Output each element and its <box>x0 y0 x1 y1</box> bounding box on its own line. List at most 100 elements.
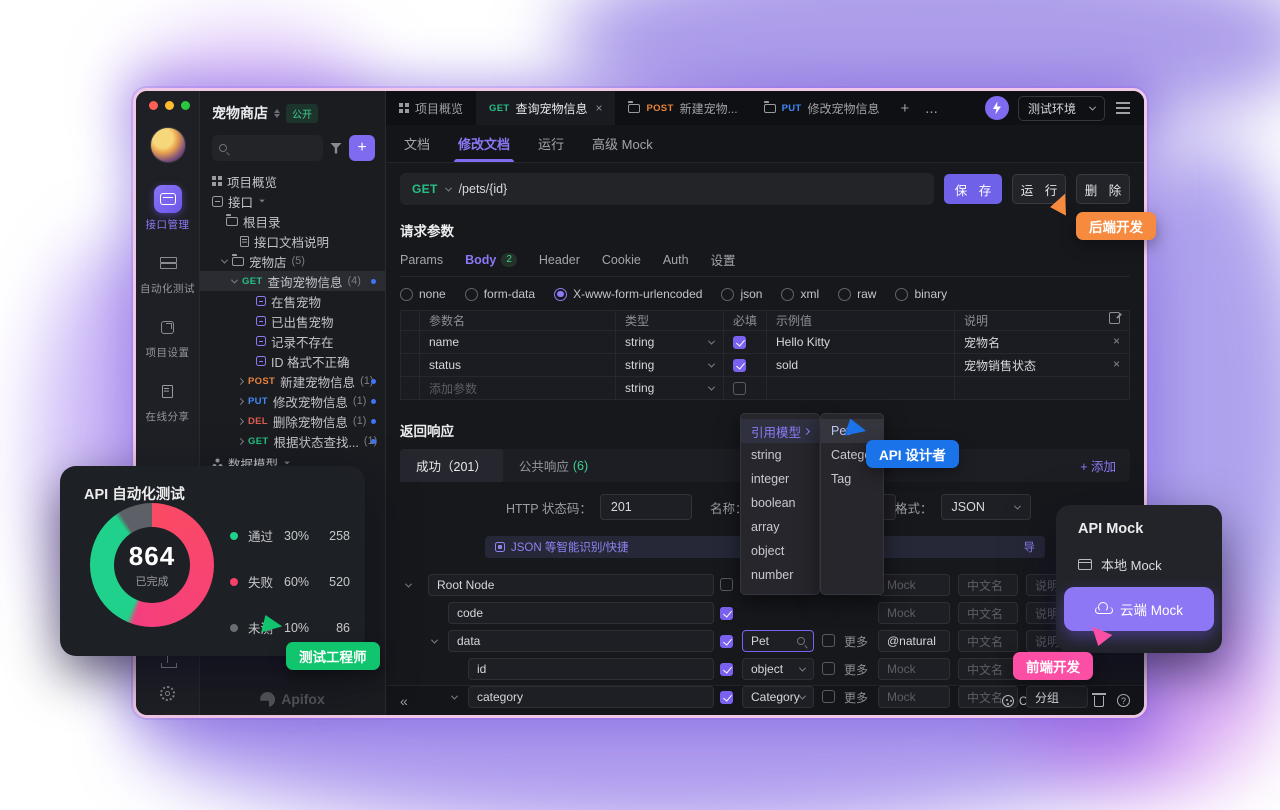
remove-row-icon[interactable]: × <box>1113 334 1120 348</box>
tree-item-del-delete-pet[interactable]: DEL 删除宠物信息(1) <box>200 411 385 431</box>
cn-name-input[interactable]: 中文名 <box>958 574 1018 596</box>
tree-item-put-update-pet[interactable]: PUT 修改宠物信息(1) <box>200 391 385 411</box>
add-param-placeholder[interactable]: 添加参数 <box>420 377 616 400</box>
tree-item-get-pet-info[interactable]: GET 查询宠物信息(4) <box>200 271 385 291</box>
more-link[interactable]: 更多 <box>844 658 868 680</box>
menu-icon[interactable] <box>1116 107 1130 109</box>
mock-input[interactable]: Mock <box>878 574 950 596</box>
more-link[interactable]: 更多 <box>844 630 868 652</box>
cloud-mock-button[interactable]: 云端 Mock <box>1064 587 1214 631</box>
zoom-window-button[interactable] <box>181 101 190 110</box>
cn-name-input[interactable]: 中文名 <box>958 658 1018 680</box>
type-search-select[interactable]: Pet <box>742 630 814 652</box>
radio-none[interactable]: none <box>400 287 446 301</box>
rail-item-api-management[interactable]: 接口管理 <box>146 185 190 232</box>
menu-item-integer[interactable]: integer <box>741 467 819 491</box>
tree-item-apis[interactable]: 接口 <box>200 191 385 211</box>
minimize-window-button[interactable] <box>165 101 174 110</box>
radio-binary[interactable]: binary <box>895 287 947 301</box>
tree-item-project-overview[interactable]: 项目概览 <box>200 171 385 191</box>
avatar[interactable] <box>150 127 186 163</box>
schema-name-input[interactable]: code <box>448 602 714 624</box>
rail-item-online-share[interactable]: 在线分享 <box>146 377 190 424</box>
tab-params[interactable]: Params <box>400 250 443 269</box>
schema-checkbox[interactable] <box>720 691 733 704</box>
tree-item-post-create-pet[interactable]: POST 新建宠物信息(1) <box>200 371 385 391</box>
extra-checkbox[interactable] <box>822 634 835 647</box>
type-select[interactable]: string <box>616 331 724 354</box>
new-tab-button[interactable]: + <box>893 91 918 125</box>
radio-form-data[interactable]: form-data <box>465 287 535 301</box>
mock-input[interactable]: Mock <box>878 658 950 680</box>
tab-put-update-pet[interactable]: PUT修改宠物信息 <box>751 91 893 125</box>
mock-input[interactable]: @natural <box>878 630 950 652</box>
subtab-run[interactable]: 运行 <box>538 125 564 162</box>
extra-checkbox[interactable] <box>822 690 835 703</box>
project-title[interactable]: 宠物商店 <box>212 103 268 123</box>
menu-item-object[interactable]: object <box>741 539 819 563</box>
mock-input[interactable]: Mock <box>878 602 950 624</box>
required-checkbox[interactable] <box>733 359 746 372</box>
add-response-link[interactable]: + 添加 <box>1066 449 1130 482</box>
schema-name-input[interactable]: data <box>448 630 714 652</box>
required-checkbox[interactable] <box>733 382 746 395</box>
tree-item-case-sold[interactable]: 已出售宠物 <box>200 311 385 331</box>
remove-row-icon[interactable]: × <box>1113 357 1120 371</box>
mock-input[interactable]: Mock <box>878 686 950 708</box>
cn-name-input[interactable]: 中文名 <box>958 630 1018 652</box>
menu-item-number[interactable]: number <box>741 563 819 587</box>
local-mock-item[interactable]: 本地 Mock <box>1078 555 1162 574</box>
tab-cookie[interactable]: Cookie <box>602 250 641 269</box>
menu-item-boolean[interactable]: boolean <box>741 491 819 515</box>
collapse-caret[interactable] <box>431 637 438 644</box>
more-link[interactable]: 更多 <box>844 686 868 708</box>
more-tabs-button[interactable]: ... <box>917 91 946 125</box>
tab-header[interactable]: Header <box>539 250 580 269</box>
extra-checkbox[interactable] <box>822 662 835 675</box>
tab-auth[interactable]: Auth <box>663 250 689 269</box>
type-select[interactable]: string <box>616 377 724 400</box>
radio-raw[interactable]: raw <box>838 287 876 301</box>
schema-checkbox[interactable] <box>720 635 733 648</box>
tab-common-responses[interactable]: 公共响应(6) <box>503 449 604 482</box>
tab-body[interactable]: Body2 <box>465 250 517 269</box>
schema-name-input[interactable]: Root Node <box>428 574 714 596</box>
submenu-item-tag[interactable]: Tag <box>821 467 883 491</box>
rail-item-project-settings[interactable]: 项目设置 <box>146 313 190 360</box>
url-input[interactable]: GET /pets/{id} <box>400 173 934 205</box>
subtab-doc[interactable]: 文档 <box>404 125 430 162</box>
tree-item-api-doc[interactable]: 接口文档说明 <box>200 231 385 251</box>
collapse-caret[interactable] <box>405 581 412 588</box>
collapse-caret[interactable] <box>451 693 458 700</box>
switch-project-icon[interactable] <box>274 109 280 118</box>
tree-item-petstore-folder[interactable]: 宠物店(5) <box>200 251 385 271</box>
rail-item-automated-testing[interactable]: 自动化测试 <box>140 249 195 296</box>
tree-item-root-folder[interactable]: 根目录 <box>200 211 385 231</box>
cn-name-input[interactable]: 中文名 <box>958 602 1018 624</box>
trash-icon[interactable] <box>1094 696 1104 707</box>
download-icon[interactable] <box>161 655 175 668</box>
close-tab-icon[interactable]: × <box>595 101 602 115</box>
schema-checkbox[interactable] <box>720 578 733 591</box>
menu-item-string[interactable]: string <box>741 443 819 467</box>
filter-icon[interactable] <box>330 143 342 154</box>
tab-get-pet-info[interactable]: GET查询宠物信息 × <box>476 91 615 125</box>
tree-item-case-badid[interactable]: ID 格式不正确 <box>200 351 385 371</box>
tab-success-201[interactable]: 成功（201） <box>400 449 503 482</box>
menu-item-array[interactable]: array <box>741 515 819 539</box>
tab-settings[interactable]: 设置 <box>711 250 736 269</box>
subtab-edit-doc[interactable]: 修改文档 <box>458 125 510 162</box>
format-select[interactable]: JSON <box>941 494 1031 520</box>
radio-urlencoded[interactable]: X-www-form-urlencoded <box>554 287 702 301</box>
tree-item-get-find-by-status[interactable]: GET 根据状态查找...(1) <box>200 431 385 451</box>
status-code-input[interactable]: 201 <box>600 494 692 520</box>
type-select[interactable]: string <box>616 354 724 377</box>
schema-name-input[interactable]: category <box>468 686 714 708</box>
tab-post-create-pet[interactable]: POST新建宠物... <box>615 91 750 125</box>
delete-button[interactable]: 删 除 <box>1076 174 1130 204</box>
gear-icon[interactable] <box>160 686 175 701</box>
required-checkbox[interactable] <box>733 336 746 349</box>
subtab-advanced-mock[interactable]: 高级 Mock <box>592 125 653 162</box>
env-quick-icon[interactable] <box>985 96 1009 120</box>
desc-input[interactable]: 分组 <box>1026 686 1088 708</box>
